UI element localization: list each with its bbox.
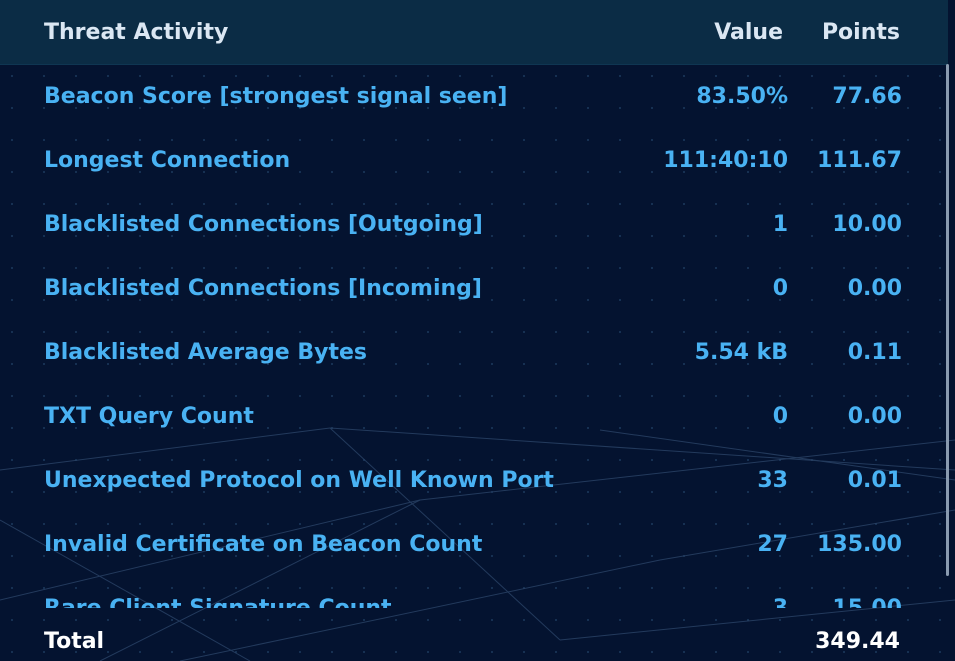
table-row: Beacon Score [strongest signal seen] 83.… bbox=[0, 64, 948, 128]
row-points: 0.00 bbox=[847, 276, 902, 301]
row-name: Blacklisted Connections [Outgoing] bbox=[44, 212, 483, 237]
row-points: 0.11 bbox=[847, 340, 902, 365]
total-footer: Total 349.44 bbox=[0, 608, 948, 661]
row-value: 3 bbox=[773, 596, 788, 608]
row-value: 33 bbox=[757, 468, 788, 493]
row-points: 77.66 bbox=[832, 84, 902, 109]
row-points: 0.00 bbox=[847, 404, 902, 429]
row-name: Blacklisted Average Bytes bbox=[44, 340, 368, 365]
row-name: Rare Client Signature Count bbox=[44, 596, 392, 608]
row-value: 111:40:10 bbox=[663, 148, 788, 173]
table-row: Unexpected Protocol on Well Known Port 3… bbox=[0, 448, 948, 512]
row-name: Blacklisted Connections [Incoming] bbox=[44, 276, 482, 301]
row-name: Beacon Score [strongest signal seen] bbox=[44, 84, 508, 109]
row-value: 1 bbox=[772, 212, 788, 237]
row-name: Unexpected Protocol on Well Known Port bbox=[44, 468, 554, 493]
table-row: Blacklisted Average Bytes 5.54 kB 0.11 bbox=[0, 320, 948, 384]
row-value: 0 bbox=[772, 404, 788, 429]
table-row: Invalid Certificate on Beacon Count 27 1… bbox=[0, 512, 948, 576]
table-row: TXT Query Count 0 0.00 bbox=[0, 384, 948, 448]
table-header: Threat Activity Value Points bbox=[0, 0, 948, 65]
table-row: Blacklisted Connections [Outgoing] 1 10.… bbox=[0, 192, 948, 256]
row-points: 135.00 bbox=[817, 532, 902, 557]
row-name: Longest Connection bbox=[44, 148, 291, 173]
row-value: 5.54 kB bbox=[694, 340, 788, 365]
table-row: Longest Connection 111:40:10 111.67 bbox=[0, 128, 948, 192]
row-points: 0.01 bbox=[847, 468, 902, 493]
row-value: 83.50% bbox=[696, 84, 788, 109]
row-value: 0 bbox=[772, 276, 788, 301]
total-value: 349.44 bbox=[815, 629, 900, 654]
total-label: Total bbox=[44, 629, 105, 654]
header-threat-activity[interactable]: Threat Activity bbox=[44, 20, 228, 46]
header-value[interactable]: Value bbox=[714, 20, 783, 46]
header-points[interactable]: Points bbox=[822, 20, 900, 46]
threat-activity-rows[interactable]: Beacon Score [strongest signal seen] 83.… bbox=[0, 64, 948, 608]
row-value: 27 bbox=[757, 532, 788, 557]
row-points: 111.67 bbox=[817, 148, 902, 173]
threat-activity-panel: Threat Activity Value Points Beacon Scor… bbox=[0, 0, 955, 661]
row-points: 15.00 bbox=[832, 596, 902, 608]
vertical-scrollbar[interactable] bbox=[946, 64, 949, 576]
row-name: TXT Query Count bbox=[44, 404, 254, 429]
table-row: Blacklisted Connections [Incoming] 0 0.0… bbox=[0, 256, 948, 320]
table-row: Rare Client Signature Count 3 15.00 bbox=[0, 576, 948, 608]
row-name: Invalid Certificate on Beacon Count bbox=[44, 532, 483, 557]
row-points: 10.00 bbox=[832, 212, 902, 237]
